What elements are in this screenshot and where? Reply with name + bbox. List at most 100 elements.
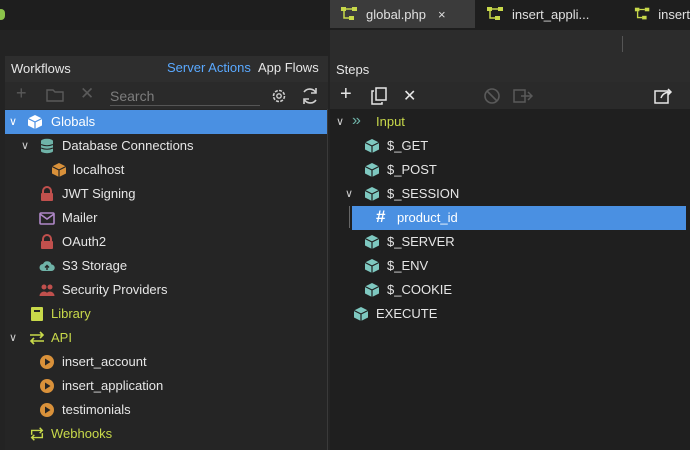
play-icon	[40, 355, 54, 369]
step-label: $_SERVER	[387, 234, 455, 249]
add-icon[interactable]: +	[16, 83, 27, 104]
tree-item-globals[interactable]: ∨ Globals	[5, 110, 327, 134]
flow-icon	[341, 7, 357, 20]
step-label: $_ENV	[387, 258, 429, 273]
add-step-icon[interactable]: +	[340, 83, 352, 106]
step-label: EXECUTE	[376, 306, 438, 321]
tree-label: OAuth2	[62, 234, 107, 249]
steps-header	[330, 58, 690, 82]
step-label: $_POST	[387, 162, 437, 177]
cube-icon	[364, 187, 380, 201]
tab-label: insert_appli...	[512, 6, 590, 22]
step-input[interactable]: ∨ » Input	[330, 110, 690, 134]
tab-global-php[interactable]: global.php ×	[330, 0, 475, 28]
chevron-down-icon[interactable]: ∨	[9, 115, 17, 128]
users-icon	[39, 284, 55, 296]
cube-icon	[364, 139, 380, 153]
step-label: product_id	[397, 210, 458, 225]
tab-label: insert	[658, 6, 690, 22]
chevron-down-icon[interactable]: ∨	[336, 115, 344, 128]
tree-item-localhost[interactable]: localhost	[5, 158, 327, 182]
tree-item-testimonials[interactable]: testimonials	[5, 398, 327, 422]
step-label: $_COOKIE	[387, 282, 453, 297]
tree-item-insert-account[interactable]: insert_account	[5, 350, 327, 374]
chevron-down-icon[interactable]: ∨	[345, 187, 353, 200]
cube-icon	[364, 163, 380, 177]
tree-label: API	[51, 330, 72, 345]
tree-item-library[interactable]: Library	[5, 302, 327, 326]
tree-item-webhooks[interactable]: Webhooks	[5, 422, 327, 446]
step-label: $_SESSION	[387, 186, 460, 201]
flow-icon	[634, 7, 650, 20]
share-icon[interactable]	[654, 87, 674, 105]
chevron-down-icon[interactable]: ∨	[21, 139, 29, 152]
copy-icon[interactable]	[371, 87, 387, 105]
cube-icon	[364, 259, 380, 273]
tree-label: JWT Signing	[62, 186, 136, 201]
tree-label: S3 Storage	[62, 258, 128, 273]
step-label: $_GET	[387, 138, 429, 153]
step-get[interactable]: $_GET	[330, 134, 690, 158]
app-flows-tab[interactable]: App Flows	[258, 60, 319, 75]
close-icon[interactable]: ×	[438, 7, 446, 22]
tree-item-security-providers[interactable]: Security Providers	[5, 278, 327, 302]
gear-icon[interactable]	[270, 87, 288, 105]
book-icon	[31, 307, 43, 321]
search-input[interactable]	[110, 86, 260, 106]
step-session[interactable]: ∨ $_SESSION	[330, 182, 690, 206]
tree-item-database-connections[interactable]: ∨ Database Connections	[5, 134, 327, 158]
step-server[interactable]: $_SERVER	[330, 230, 690, 254]
step-cookie[interactable]: $_COOKIE	[330, 278, 690, 302]
step-label: Input	[376, 114, 405, 129]
cube-icon	[364, 235, 380, 249]
tree-label: Mailer	[62, 210, 98, 225]
cube-icon	[51, 163, 67, 177]
step-env[interactable]: $_ENV	[330, 254, 690, 278]
flow-icon	[487, 7, 503, 20]
tab-insert[interactable]: insert	[624, 0, 690, 28]
tree-item-jwt-signing[interactable]: JWT Signing	[5, 182, 327, 206]
cube-icon	[27, 115, 43, 129]
chevron-down-icon[interactable]: ∨	[9, 331, 17, 344]
workflows-title: Workflows	[11, 61, 71, 76]
cube-icon	[353, 307, 369, 321]
step-product-id[interactable]: # product_id	[352, 206, 686, 230]
tree-label: Security Providers	[62, 282, 168, 297]
tree-item-mailer[interactable]: Mailer	[5, 206, 327, 230]
tree-label: Library	[51, 306, 91, 321]
cube-icon	[364, 283, 380, 297]
step-execute[interactable]: EXECUTE	[330, 302, 690, 326]
tree-label: Globals	[51, 114, 96, 129]
tree-label: insert_account	[62, 354, 147, 369]
folder-icon[interactable]	[46, 88, 64, 102]
play-icon	[40, 379, 54, 393]
tab-insert-application[interactable]: insert_appli...	[476, 0, 616, 28]
tab-label: global.php	[366, 6, 426, 22]
cloud-upload-icon	[39, 261, 55, 271]
tree-item-oauth2[interactable]: OAuth2	[5, 230, 327, 254]
tree-label: Database Connections	[62, 138, 194, 153]
tree-label: localhost	[73, 162, 125, 177]
tab-strip	[330, 30, 690, 58]
step-post[interactable]: $_POST	[330, 158, 690, 182]
tree-label: Webhooks	[51, 426, 113, 441]
delete-step-icon[interactable]: ✕	[403, 86, 416, 106]
tree-item-insert-application[interactable]: insert_application	[5, 374, 327, 398]
refresh-icon[interactable]	[300, 86, 320, 106]
database-icon	[40, 138, 54, 154]
mail-icon	[39, 212, 55, 225]
tree-item-s3-storage[interactable]: S3 Storage	[5, 254, 327, 278]
delete-icon[interactable]: ✕	[80, 84, 94, 104]
lock-icon	[41, 186, 53, 201]
export-step-icon[interactable]	[513, 87, 533, 105]
swap-arrows-icon	[29, 331, 45, 345]
server-actions-tab[interactable]: Server Actions	[167, 60, 251, 75]
tree-label: insert_application	[62, 378, 164, 393]
hash-icon: #	[376, 207, 386, 226]
tab-divider	[622, 36, 623, 52]
tree-item-api[interactable]: ∨ API	[5, 326, 327, 350]
repeat-icon	[30, 427, 44, 441]
lock-icon	[41, 234, 53, 249]
tree-label: testimonials	[62, 402, 131, 417]
disable-icon[interactable]	[483, 87, 501, 105]
